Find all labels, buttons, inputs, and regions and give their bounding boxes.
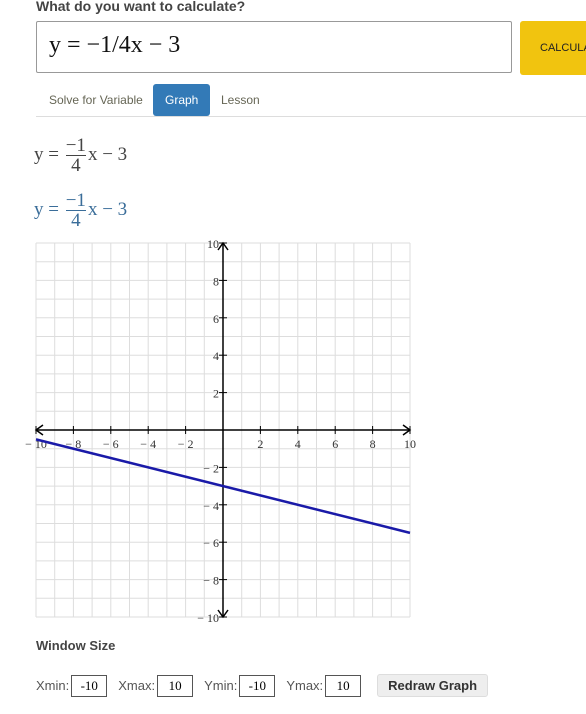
y-tick-label: − 2 [203,461,219,475]
redraw-graph-button[interactable]: Redraw Graph [377,674,489,697]
y-tick-label: 8 [213,274,219,288]
ymax-label: Ymax: [286,678,324,693]
y-tick-label: − 10 [197,611,219,625]
window-size-title: Window Size [36,638,116,653]
graph: − 10− 8− 6− 4− 2 2 4 6 8 10− 10− 8− 6− 4− 224… [25,237,416,625]
xmax-input[interactable] [157,674,194,697]
y-tick-label: − 8 [203,574,219,588]
xmin-input[interactable] [71,674,108,697]
x-tick-label: 8 [370,437,376,451]
y-tick-label: 4 [213,349,219,363]
y-tick-label: 10 [207,237,219,251]
y-tick-label: 6 [213,312,219,326]
y-tick-label: − 6 [203,536,219,550]
ymin-label: Ymin: [204,678,238,693]
x-tick-label: 10 [404,437,416,451]
y-tick-label: − 4 [203,499,219,513]
x-tick-label: − 4 [140,437,156,451]
x-tick-label: − 10 [25,437,47,451]
x-tick-label: 2 [257,437,263,451]
y-tick-label: 2 [213,387,219,401]
x-tick-label: − 6 [103,437,119,451]
window-size-row: Xmin: Xmax: Ymin: Ymax: Redraw Graph [36,674,489,697]
ymin-input[interactable] [239,674,276,697]
xmax-label: Xmax: [118,678,156,693]
x-tick-label: 4 [295,437,301,451]
ymax-input[interactable] [325,674,362,697]
xmin-label: Xmin: [36,678,70,693]
x-tick-label: − 2 [178,437,194,451]
x-tick-label: 6 [332,437,338,451]
